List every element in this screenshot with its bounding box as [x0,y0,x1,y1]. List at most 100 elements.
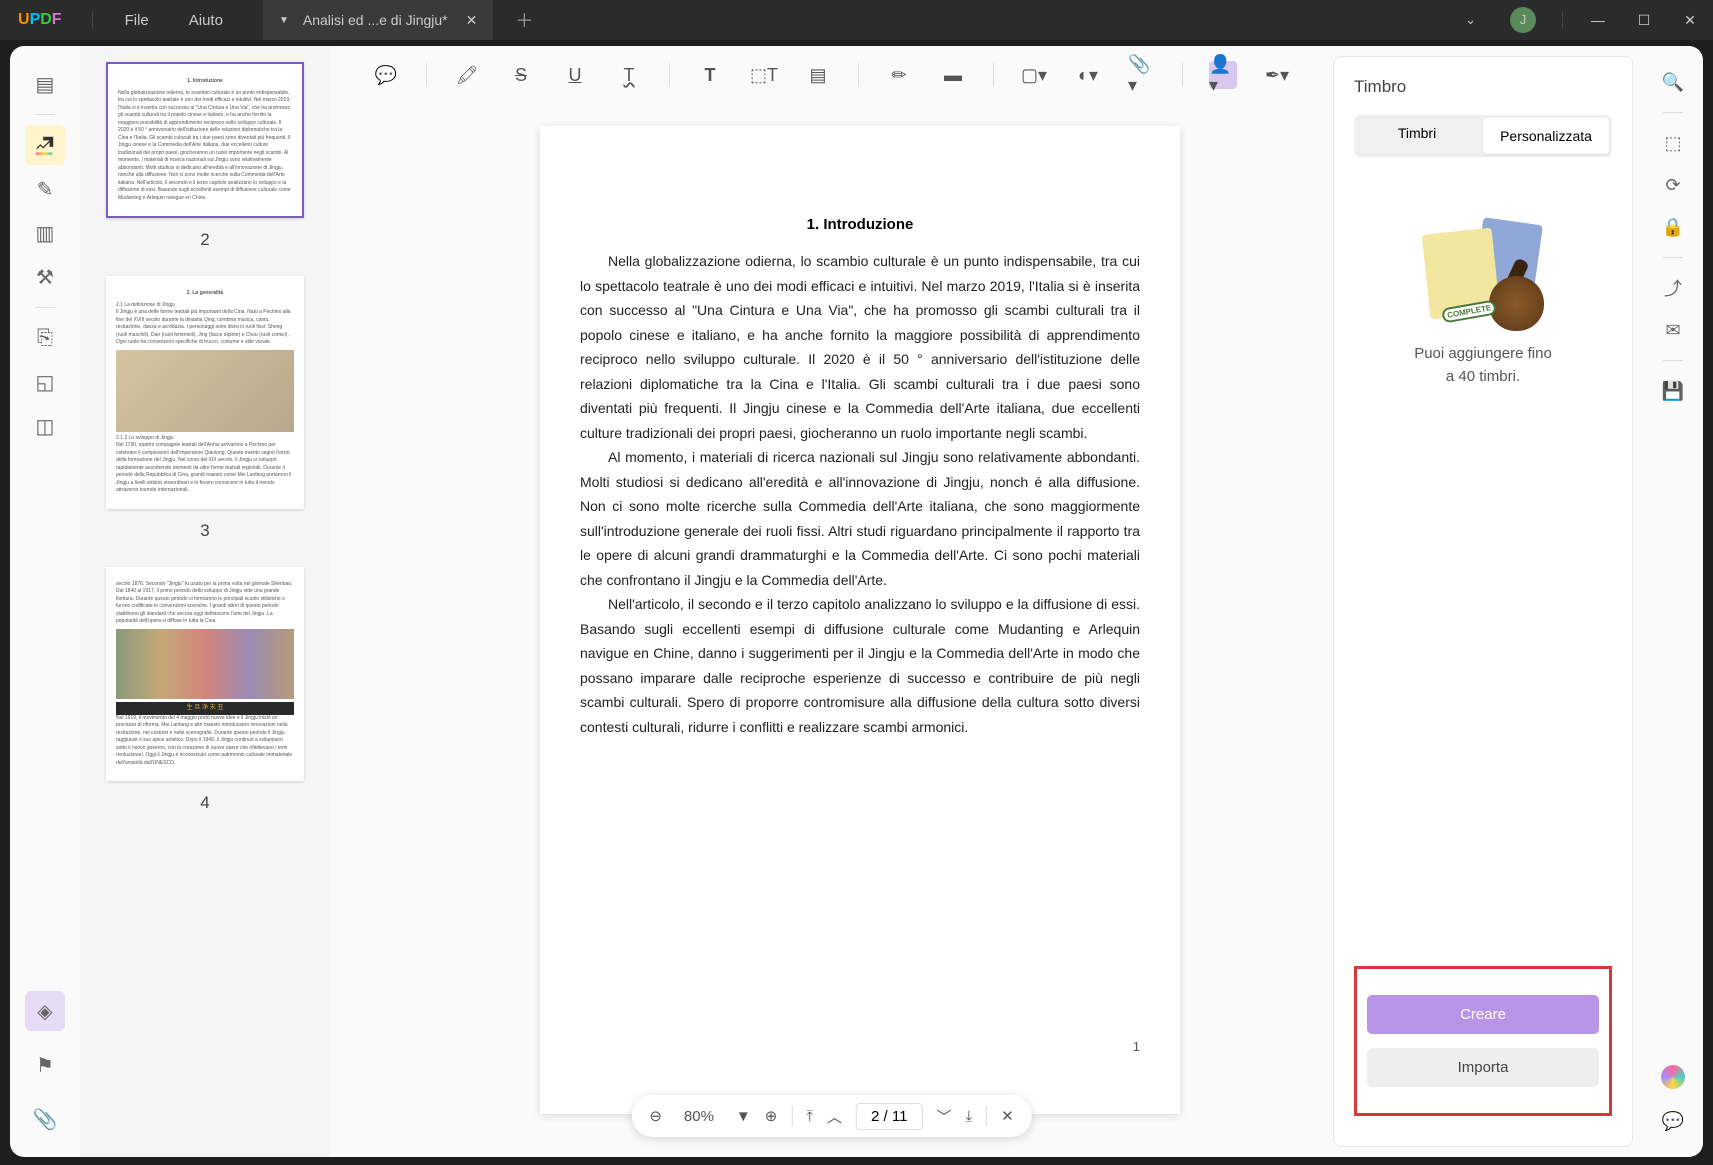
highlight-tool-icon[interactable]: 🖍 [453,61,481,89]
lock-icon[interactable]: 🔒 [1655,209,1691,245]
menu-file[interactable]: File [105,12,169,29]
right-sidebar: 🔍 ⬚ ⟳ 🔒 ⤴ ✉ 💾 💬 [1643,46,1703,1157]
stamp-panel: Timbro Timbri Personalizzata COMPLETE Pu… [1333,56,1633,1147]
highlighted-actions: Creare Importa [1354,966,1612,1116]
minimize-icon[interactable]: — [1575,12,1621,28]
next-page-icon[interactable]: ﹀ [936,1106,951,1127]
share-icon[interactable]: ⤴ [1655,270,1691,306]
crop-icon[interactable]: ◱ [25,362,65,402]
separator [993,63,994,87]
new-tab-icon[interactable]: ＋ [515,7,533,33]
attachment-icon[interactable]: 📎 [25,1099,65,1139]
menu-help[interactable]: Aiuto [169,12,243,29]
zoom-level[interactable]: 80% [676,1108,722,1125]
comment-icon[interactable]: 💬 [372,61,400,89]
edit-icon[interactable]: ✎ [25,169,65,209]
pencil-icon[interactable]: ✏ [885,61,913,89]
zoom-bar: ⊖ 80% ▼ ⊕ ⤒ ︿ 2 / 11 ﹀ ⤓ ✕ [631,1095,1031,1137]
close-bar-icon[interactable]: ✕ [1001,1107,1014,1125]
thumbnail-panel: 1. IntroduzioneNella globalizzazione odi… [80,46,330,1157]
underline-icon[interactable]: U [561,61,589,89]
thumb-number: 4 [106,793,304,813]
tab-stamps[interactable]: Timbri [1354,115,1480,157]
note-icon[interactable]: ▤ [804,61,832,89]
signature-icon[interactable]: ✒▾ [1263,61,1291,89]
stamp-illustration: COMPLETE [1418,217,1548,327]
thumb-number: 2 [106,230,304,250]
chat-icon[interactable]: 💬 [1655,1103,1691,1139]
separator [1663,360,1683,361]
separator [35,114,55,115]
ocr-icon[interactable]: ⬚ [1655,125,1691,161]
textbox-icon[interactable]: ⬚T [750,61,778,89]
separator [1663,112,1683,113]
separator [1562,11,1563,29]
thumbnail-2[interactable]: 1. IntroduzioneNella globalizzazione odi… [106,62,304,250]
thumbnail-3[interactable]: 2. La generalità2.1 La definizione di Ji… [106,276,304,541]
prev-page-icon[interactable]: ︿ [827,1106,842,1127]
tab-custom[interactable]: Personalizzata [1483,118,1609,154]
tab-close-icon[interactable]: ✕ [466,12,478,29]
layers-icon[interactable]: ◈ [25,991,65,1031]
close-icon[interactable]: ✕ [1667,12,1713,29]
reader-icon[interactable]: ▤ [25,64,65,104]
highlight-icon[interactable] [25,125,65,165]
strikethrough-icon[interactable]: S [507,61,535,89]
separator [669,63,670,87]
paragraph: Al momento, i materiali di ricerca nazio… [580,445,1140,592]
chevron-down-icon[interactable]: ⌄ [1465,12,1476,28]
stamp-info: Puoi aggiungere finoa 40 timbri. [1354,343,1612,388]
import-button[interactable]: Importa [1367,1048,1599,1087]
maximize-icon[interactable]: ☐ [1621,12,1667,29]
copy-icon[interactable]: ⎘ [25,318,65,358]
ruler-icon[interactable]: ◫ [25,406,65,446]
separator [1663,257,1683,258]
separator [35,307,55,308]
search-icon[interactable]: 🔍 [1655,64,1691,100]
first-page-icon[interactable]: ⤒ [806,1108,813,1125]
left-sidebar: ▤ ✎ ▥ ⚒ ⎘ ◱ ◫ ◈ ⚑ 📎 [10,46,80,1157]
page-title: 1. Introduzione [580,216,1140,233]
separator [426,63,427,87]
shape-icon[interactable]: ▢▾ [1020,61,1048,89]
sticker-icon[interactable]: ◐▾ [1074,61,1102,89]
bookmark-icon[interactable]: ⚑ [25,1045,65,1085]
attach-icon[interactable]: 📎▾ [1128,61,1156,89]
titlebar: UPDF File Aiuto ▼ Analisi ed ...e di Jin… [0,0,1713,40]
text-icon[interactable]: T [696,61,724,89]
separator [1182,63,1183,87]
create-button[interactable]: Creare [1367,995,1599,1034]
paragraph: Nella globalizzazione odierna, lo scambi… [580,249,1140,445]
document-area: 💬 🖍 S U T T ⬚T ▤ ✏ ▬ ▢▾ ◐▾ 📎▾ 👤▾ ✒▾ 1. I… [330,46,1333,1157]
thumb-number: 3 [106,521,304,541]
pages-icon[interactable]: ▥ [25,213,65,253]
separator [858,63,859,87]
page-input[interactable]: 2 / 11 [856,1103,922,1130]
save-icon[interactable]: 💾 [1655,373,1691,409]
last-page-icon[interactable]: ⤓ [965,1108,972,1125]
squiggly-icon[interactable]: T [615,61,643,89]
separator [791,1106,792,1126]
page-number: 1 [580,1039,1140,1054]
separator [986,1106,987,1126]
zoom-in-icon[interactable]: ⊕ [765,1107,778,1125]
tab-dropdown-icon[interactable]: ▼ [279,15,289,26]
document-page: 1. Introduzione Nella globalizzazione od… [540,126,1180,1114]
tools-icon[interactable]: ⚒ [25,257,65,297]
thumbnail-4[interactable]: secolo 1876. Secondo "Jingju" fu usato p… [106,567,304,814]
mail-icon[interactable]: ✉ [1655,312,1691,348]
zoom-out-icon[interactable]: ⊖ [649,1107,662,1125]
panel-title: Timbro [1354,77,1612,97]
eraser-icon[interactable]: ▬ [939,61,967,89]
annotation-toolbar: 💬 🖍 S U T T ⬚T ▤ ✏ ▬ ▢▾ ◐▾ 📎▾ 👤▾ ✒▾ [330,46,1333,104]
tab-title: Analisi ed ...e di Jingju* [303,12,448,28]
profile-avatar[interactable]: J [1510,7,1536,33]
app-logo: UPDF [18,11,62,29]
document-tab[interactable]: ▼ Analisi ed ...e di Jingju* ✕ [263,0,493,40]
stamp-icon[interactable]: 👤▾ [1209,61,1237,89]
stamp-segment: Timbri Personalizzata [1354,115,1612,157]
paragraph: Nell'articolo, il secondo e il terzo cap… [580,592,1140,739]
ai-icon[interactable] [1661,1065,1685,1089]
convert-icon[interactable]: ⟳ [1655,167,1691,203]
zoom-dropdown-icon[interactable]: ▼ [736,1108,751,1125]
